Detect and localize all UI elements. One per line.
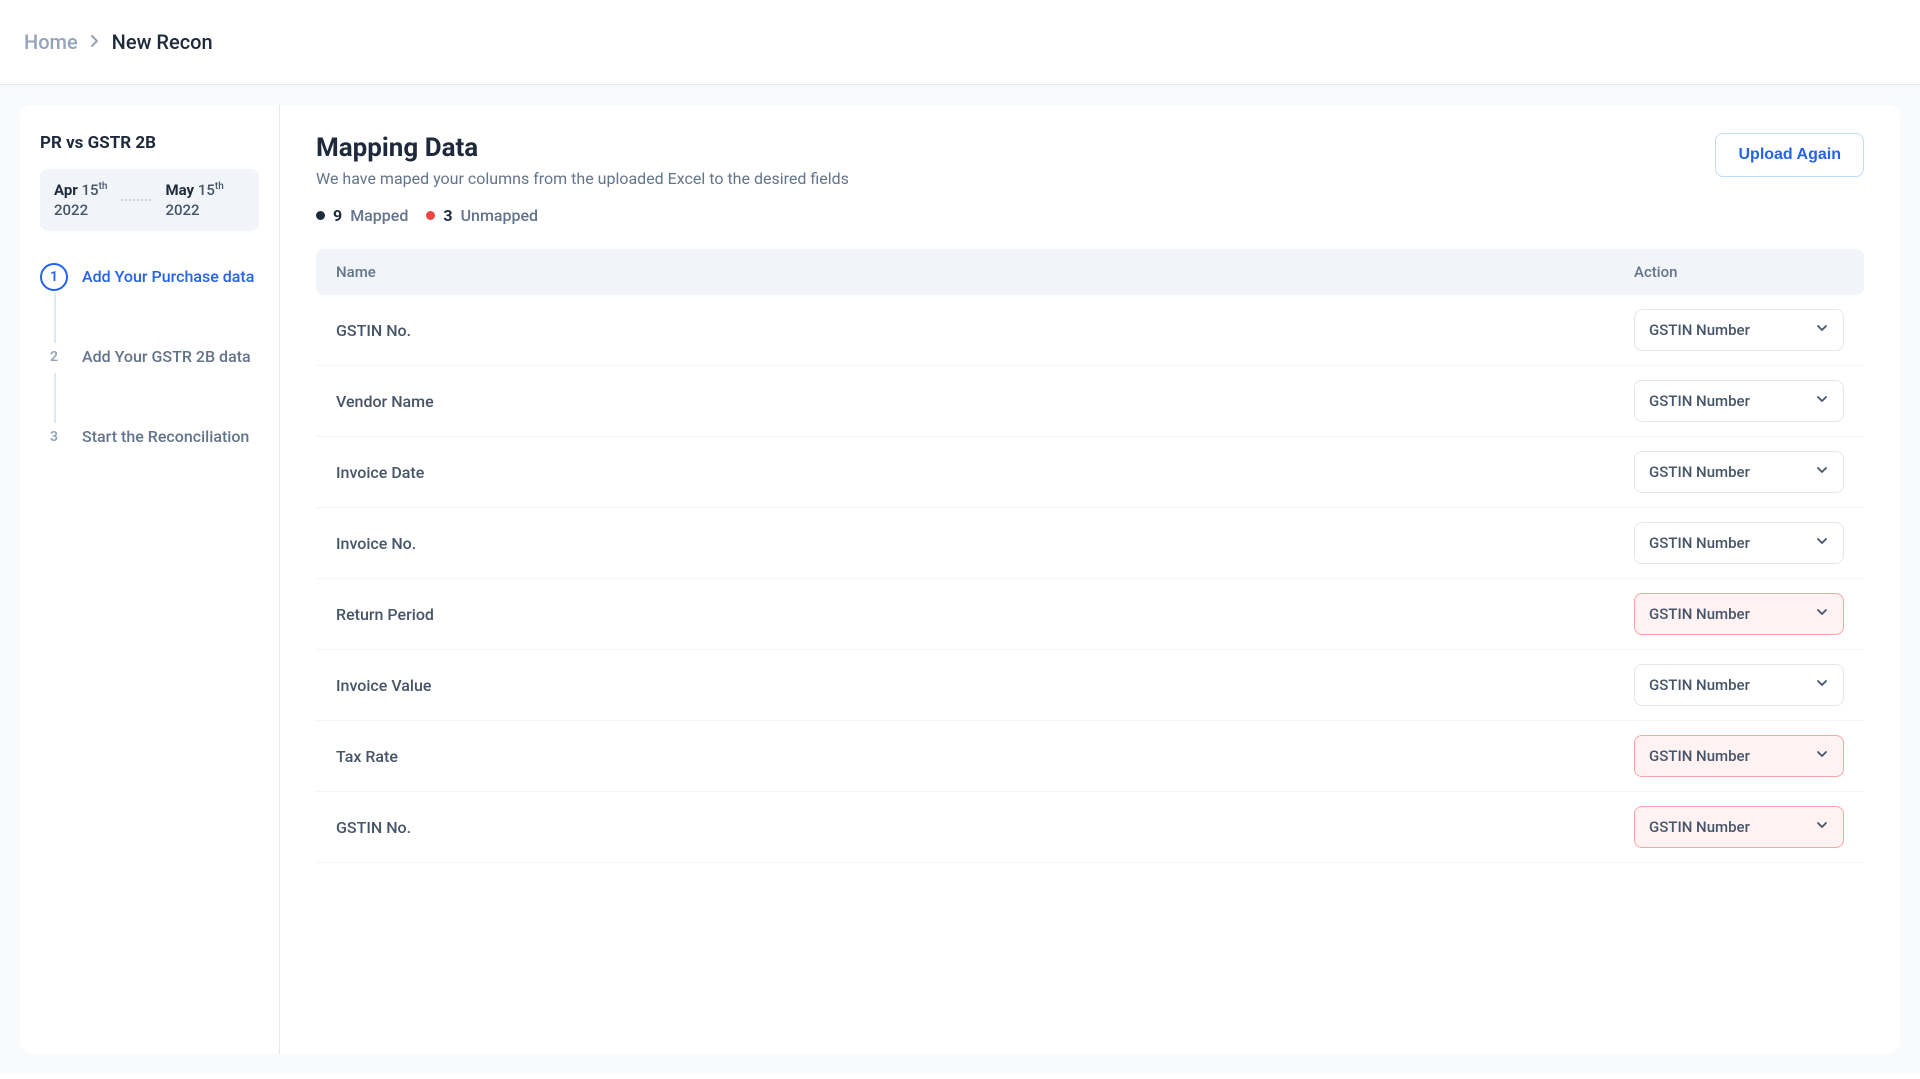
dot-icon bbox=[316, 211, 325, 220]
step-label: Start the Reconciliation bbox=[82, 423, 249, 451]
select-value: GSTIN Number bbox=[1649, 605, 1750, 623]
mapping-table: Name Action GSTIN No.GSTIN NumberVendor … bbox=[316, 249, 1864, 863]
breadcrumb: Home New Recon bbox=[0, 0, 1920, 85]
table-row: Return Period GSTIN Number bbox=[316, 579, 1864, 650]
chevron-down-icon bbox=[1815, 818, 1829, 836]
chevron-down-icon bbox=[1815, 747, 1829, 765]
page-title: Mapping Data bbox=[316, 133, 849, 163]
mapping-select[interactable]: GSTIN Number bbox=[1634, 806, 1844, 848]
sidebar-title: PR vs GSTR 2B bbox=[40, 133, 259, 153]
table-row: Vendor Name GSTIN Number bbox=[316, 366, 1864, 437]
select-value: GSTIN Number bbox=[1649, 818, 1750, 836]
step-add-purchase-data[interactable]: 1 Add Your Purchase data bbox=[40, 263, 259, 343]
table-row: GSTIN No. GSTIN Number bbox=[316, 792, 1864, 863]
step-label: Add Your GSTR 2B data bbox=[82, 343, 251, 371]
mapping-select[interactable]: GSTIN Number bbox=[1634, 664, 1844, 706]
dot-icon bbox=[426, 211, 435, 220]
mapping-select[interactable]: GSTIN Number bbox=[1634, 451, 1844, 493]
table-header: Name Action bbox=[316, 249, 1864, 295]
mapping-select[interactable]: GSTIN Number bbox=[1634, 735, 1844, 777]
select-value: GSTIN Number bbox=[1649, 463, 1750, 481]
step-number: 2 bbox=[40, 343, 68, 371]
select-value: GSTIN Number bbox=[1649, 321, 1750, 339]
date-from: Apr 15th 2022 bbox=[54, 181, 107, 219]
column-header-name: Name bbox=[336, 263, 1634, 281]
status-row: 9 Mapped 3 Unmapped bbox=[316, 206, 1864, 225]
row-name: Tax Rate bbox=[336, 747, 1634, 766]
row-name: Invoice Value bbox=[336, 676, 1634, 695]
table-row: Invoice Value GSTIN Number bbox=[316, 650, 1864, 721]
main-content: Mapping Data We have maped your columns … bbox=[280, 105, 1900, 1054]
row-name: Return Period bbox=[336, 605, 1634, 624]
page-subtitle: We have maped your columns from the uplo… bbox=[316, 169, 849, 188]
chevron-down-icon bbox=[1815, 463, 1829, 481]
chevron-down-icon bbox=[1815, 534, 1829, 552]
select-value: GSTIN Number bbox=[1649, 392, 1750, 410]
step-number: 3 bbox=[40, 423, 68, 451]
status-mapped: 9 Mapped bbox=[316, 206, 408, 225]
row-name: GSTIN No. bbox=[336, 818, 1634, 837]
row-name: Vendor Name bbox=[336, 392, 1634, 411]
sidebar: PR vs GSTR 2B Apr 15th 2022 May 15th 202… bbox=[20, 105, 280, 1054]
mapping-select[interactable]: GSTIN Number bbox=[1634, 309, 1844, 351]
row-name: GSTIN No. bbox=[336, 321, 1634, 340]
step-label: Add Your Purchase data bbox=[82, 263, 254, 291]
chevron-down-icon bbox=[1815, 392, 1829, 410]
chevron-down-icon bbox=[1815, 321, 1829, 339]
upload-again-button[interactable]: Upload Again bbox=[1715, 133, 1864, 177]
mapping-select[interactable]: GSTIN Number bbox=[1634, 380, 1844, 422]
date-to: May 15th 2022 bbox=[165, 181, 223, 219]
step-add-gstr-2b-data[interactable]: 2 Add Your GSTR 2B data bbox=[40, 343, 259, 423]
date-divider bbox=[121, 199, 151, 201]
select-value: GSTIN Number bbox=[1649, 534, 1750, 552]
chevron-down-icon bbox=[1815, 676, 1829, 694]
column-header-action: Action bbox=[1634, 263, 1844, 281]
row-name: Invoice Date bbox=[336, 463, 1634, 482]
row-name: Invoice No. bbox=[336, 534, 1634, 553]
breadcrumb-current: New Recon bbox=[112, 30, 213, 54]
mapping-select[interactable]: GSTIN Number bbox=[1634, 593, 1844, 635]
table-row: Tax Rate GSTIN Number bbox=[316, 721, 1864, 792]
table-row: Invoice Date GSTIN Number bbox=[316, 437, 1864, 508]
chevron-down-icon bbox=[1815, 605, 1829, 623]
chevron-right-icon bbox=[90, 33, 100, 52]
step-start-reconciliation[interactable]: 3 Start the Reconciliation bbox=[40, 423, 259, 451]
steps-list: 1 Add Your Purchase data 2 Add Your GSTR… bbox=[40, 263, 259, 451]
status-unmapped: 3 Unmapped bbox=[426, 206, 538, 225]
table-row: GSTIN No. GSTIN Number bbox=[316, 295, 1864, 366]
table-row: Invoice No. GSTIN Number bbox=[316, 508, 1864, 579]
select-value: GSTIN Number bbox=[1649, 676, 1750, 694]
date-range[interactable]: Apr 15th 2022 May 15th 2022 bbox=[40, 169, 259, 231]
breadcrumb-home[interactable]: Home bbox=[24, 30, 78, 54]
step-number: 1 bbox=[40, 263, 68, 291]
select-value: GSTIN Number bbox=[1649, 747, 1750, 765]
mapping-select[interactable]: GSTIN Number bbox=[1634, 522, 1844, 564]
